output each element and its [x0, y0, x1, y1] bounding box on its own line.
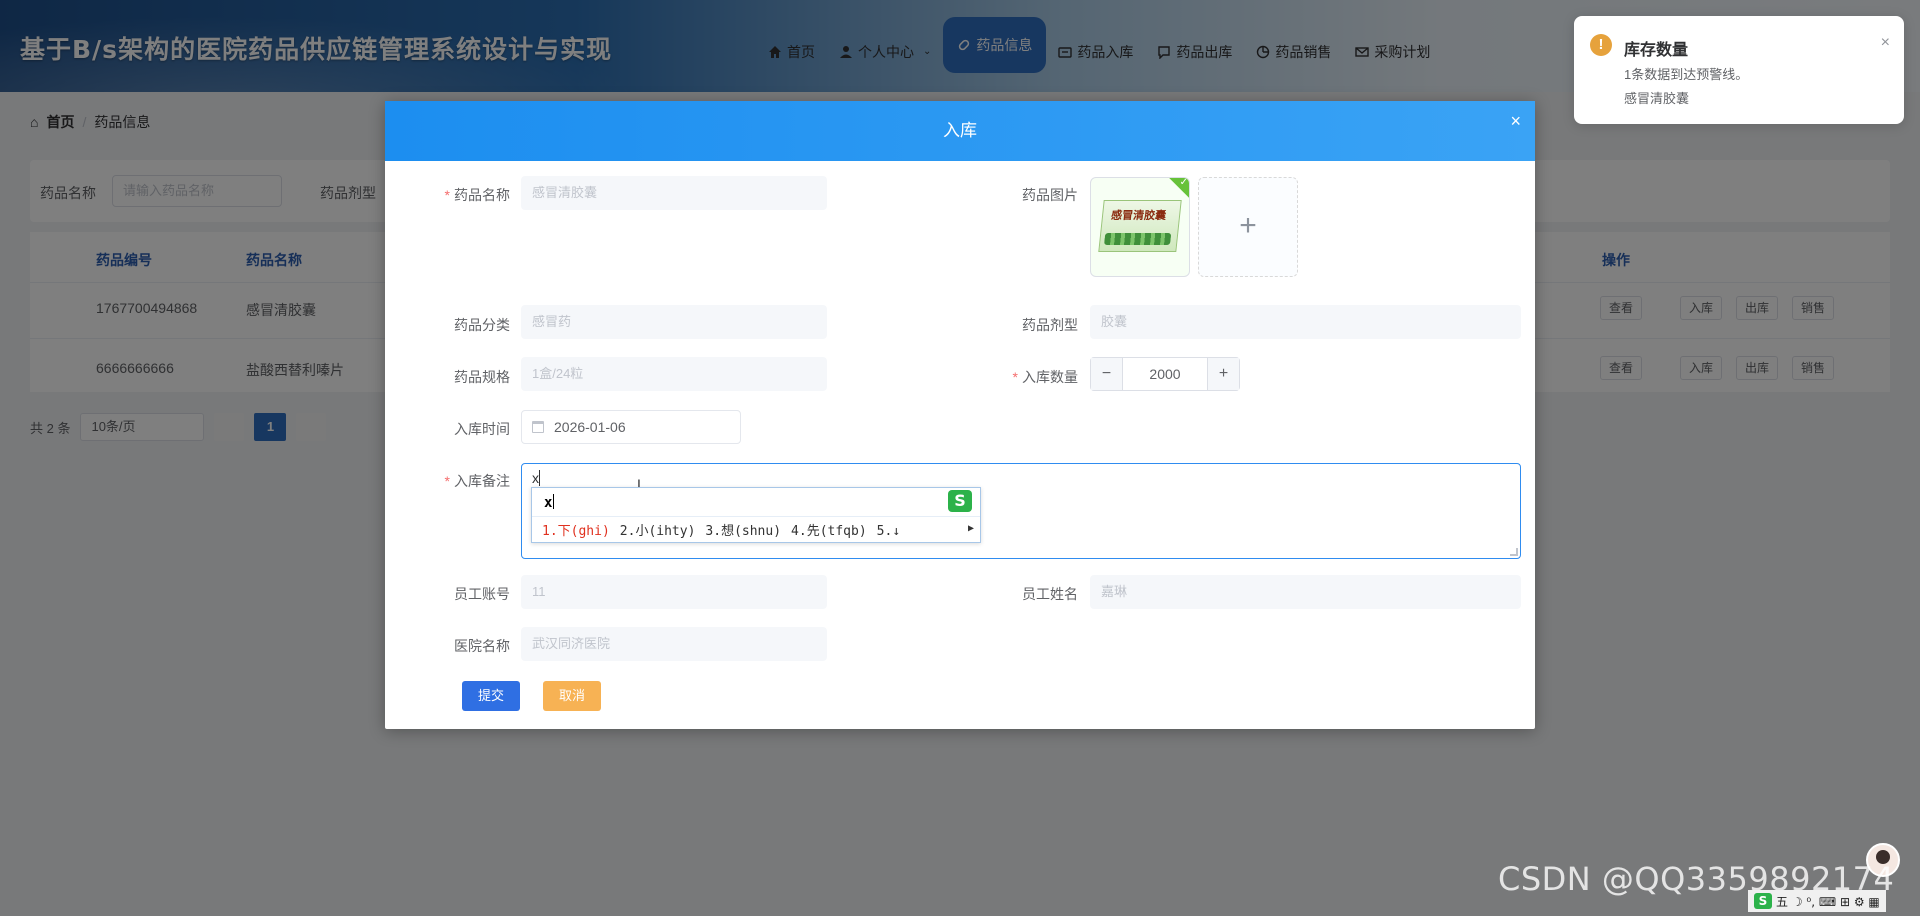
drug-name-input[interactable]: 感冒清胶囊	[521, 176, 827, 210]
ime-candidate-list: 1.下(ghi) 2.小(ihty) 3.想(shnu) 4.先(tfqb) 5.↓	[542, 520, 910, 539]
check-icon: ✓	[1179, 177, 1188, 188]
ime-candidate[interactable]: 1.下(ghi)	[542, 524, 610, 539]
quantity-label: * 入库数量	[1012, 369, 1078, 385]
in-time-value: 2026-01-06	[554, 419, 626, 435]
notification-drug-name: 感冒清胶囊	[1624, 91, 1690, 106]
ime-candidate[interactable]: 5.↓	[877, 524, 900, 539]
warning-icon: !	[1590, 34, 1612, 56]
staff-name-label: 员工姓名	[1022, 586, 1078, 602]
drug-package-image: 感冒清胶囊	[1098, 200, 1182, 252]
cancel-button[interactable]: 取消	[543, 681, 601, 711]
package-label: 感冒清胶囊	[1110, 210, 1167, 222]
ime-candidate[interactable]: 3.想(shnu)	[705, 524, 781, 539]
category-input[interactable]: 感冒药	[521, 305, 827, 339]
drug-image-thumbnail[interactable]: 感冒清胶囊 ✓	[1090, 177, 1190, 277]
resize-handle[interactable]	[1510, 548, 1518, 556]
image-upload-button[interactable]: +	[1198, 177, 1298, 277]
decrease-button[interactable]: −	[1091, 358, 1123, 390]
form-label: 药品剂型	[1022, 317, 1078, 333]
increase-button[interactable]: +	[1207, 358, 1239, 390]
hospital-label: 医院名称	[454, 638, 510, 654]
stock-warning-notification: ! 库存数量 1条数据到达预警线。 感冒清胶囊 ×	[1574, 16, 1904, 124]
dialog-title: 入库	[385, 101, 1535, 161]
remark-value: x	[532, 470, 539, 486]
close-icon[interactable]: ×	[1510, 111, 1521, 132]
sogou-ime-icon: S	[1754, 893, 1772, 909]
ime-candidate[interactable]: 2.小(ihty)	[620, 524, 696, 539]
spec-label: 药品规格	[454, 369, 510, 385]
ime-next-page-icon[interactable]: ▶	[968, 523, 974, 534]
blister-strip	[1104, 233, 1172, 245]
text-caret	[539, 470, 540, 486]
staff-account-label: 员工账号	[454, 586, 510, 602]
ime-composition: x	[544, 494, 555, 511]
ime-candidate[interactable]: 4.先(tfqb)	[791, 524, 867, 539]
staff-account-input[interactable]: 11	[521, 575, 827, 609]
drug-name-label: * 药品名称	[444, 187, 510, 203]
drug-image-label: 药品图片	[1022, 187, 1078, 203]
category-label: 药品分类	[454, 317, 510, 333]
hospital-input[interactable]: 武汉同济医院	[521, 627, 827, 661]
ime-candidate-window: x S 1.下(ghi) 2.小(ihty) 3.想(shnu) 4.先(tfqb) 5…	[531, 487, 981, 543]
stock-in-dialog: 入库 × * 药品名称 感冒清胶囊 药品图片 感冒清胶囊 ✓ + 药品分类 感冒药…	[385, 101, 1535, 729]
calendar-icon	[532, 421, 544, 433]
staff-name-input[interactable]: 嘉琳	[1090, 575, 1521, 609]
sogou-ime-icon: S	[948, 490, 972, 512]
form-input[interactable]: 胶囊	[1090, 305, 1521, 339]
quantity-value[interactable]: 2000	[1123, 358, 1207, 390]
remark-label: * 入库备注	[444, 473, 510, 489]
quantity-stepper[interactable]: − 2000 +	[1090, 357, 1240, 391]
in-time-date-picker[interactable]: 2026-01-06	[521, 410, 741, 444]
notification-message: 1条数据到达预警线。	[1624, 67, 1749, 82]
ime-status-items: 五 ☽ ⁰, ⌨ ⊞ ⚙ ▦	[1776, 894, 1880, 909]
ime-status-bar[interactable]: S 五 ☽ ⁰, ⌨ ⊞ ⚙ ▦	[1748, 890, 1886, 912]
spec-input[interactable]: 1盒/24粒	[521, 357, 827, 391]
submit-button[interactable]: 提交	[462, 681, 520, 711]
ime-divider	[532, 516, 980, 517]
in-time-label: 入库时间	[454, 421, 510, 437]
notification-title: 库存数量	[1624, 42, 1689, 59]
close-icon[interactable]: ×	[1881, 34, 1890, 52]
